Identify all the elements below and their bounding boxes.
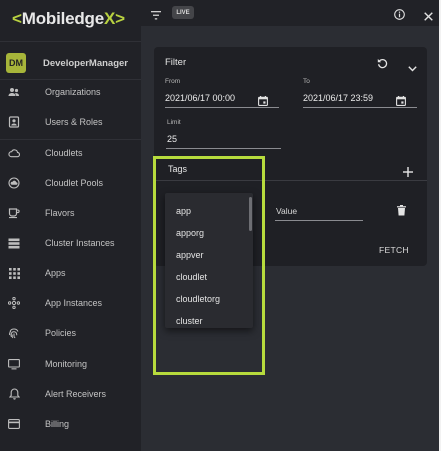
sidebar-item-label: App Instances (45, 298, 103, 308)
sidebar-item-organizations[interactable]: Organizations (0, 80, 141, 104)
sidebar-item-flavors[interactable]: Flavors (0, 201, 141, 225)
sidebar-item-alert-receivers[interactable]: Alert Receivers (0, 382, 141, 406)
sidebar-item-cluster-instances[interactable]: Cluster Instances (0, 231, 141, 255)
cloud-pool-icon (8, 177, 20, 189)
calendar-icon[interactable] (258, 93, 268, 106)
people-icon (8, 86, 20, 98)
sidebar-item-apps[interactable]: Apps (0, 261, 141, 285)
sidebar-item-label: Apps (45, 268, 66, 278)
to-field-underline (303, 107, 417, 108)
profile-row[interactable]: DM DeveloperManager (6, 53, 141, 73)
chevron-down-icon[interactable] (408, 59, 417, 72)
cup-icon (8, 207, 20, 219)
from-date-field[interactable]: 2021/06/17 00:00 (165, 93, 235, 103)
top-bar: LIVE (141, 0, 441, 26)
sidebar: <MobiledgeX> DM DeveloperManager Organiz… (0, 0, 141, 451)
sidebar-item-cloudlet-pools[interactable]: Cloudlet Pools (0, 171, 141, 195)
limit-label: Limit (167, 119, 181, 126)
cloud-icon (8, 147, 20, 159)
sidebar-item-cloudlets[interactable]: Cloudlets (0, 141, 141, 165)
monitor-icon (8, 358, 20, 370)
sidebar-item-label: Billing (45, 419, 70, 429)
value-field-underline (275, 220, 363, 221)
sidebar-item-label: Users & Roles (45, 117, 103, 127)
sidebar-item-users-roles[interactable]: Users & Roles (0, 110, 141, 134)
profile-name: DeveloperManager (43, 57, 129, 69)
sidebar-item-label: Organizations (45, 87, 101, 97)
sidebar-item-label: Policies (45, 328, 77, 338)
card-icon (8, 418, 20, 430)
limit-field[interactable]: 25 (167, 134, 177, 144)
filter-menu-icon[interactable] (151, 7, 161, 20)
logo-text: Mobiledge (21, 9, 104, 28)
to-label: To (303, 78, 310, 85)
bell-icon (8, 388, 20, 400)
sidebar-divider (0, 139, 141, 140)
logo-bracket-left: < (12, 9, 22, 28)
user-badge-icon (8, 116, 20, 128)
filter-title: Filter (165, 57, 187, 68)
sidebar-item-label: Monitoring (45, 359, 88, 369)
fetch-button[interactable]: FETCH (379, 245, 409, 255)
delete-tag-icon[interactable] (397, 203, 406, 216)
sidebar-item-label: Flavors (45, 208, 75, 218)
info-icon[interactable] (394, 7, 405, 20)
sidebar-item-monitoring[interactable]: Monitoring (0, 352, 141, 376)
avatar: DM (6, 53, 26, 73)
reset-icon[interactable] (377, 56, 388, 69)
to-date-field[interactable]: 2021/06/17 23:59 (303, 93, 373, 103)
hub-icon (8, 297, 20, 309)
sidebar-item-label: Cluster Instances (45, 238, 115, 248)
highlight-box (153, 156, 265, 375)
sidebar-item-app-instances[interactable]: App Instances (0, 291, 141, 315)
tag-value-field[interactable]: Value (276, 206, 297, 216)
close-icon[interactable] (424, 8, 433, 21)
from-label: From (165, 78, 181, 85)
calendar-icon[interactable] (396, 93, 406, 106)
storage-icon (8, 237, 20, 249)
sidebar-item-label: Alert Receivers (45, 389, 107, 399)
fingerprint-icon (8, 327, 20, 339)
from-field-underline (165, 107, 279, 108)
sidebar-divider (0, 41, 141, 42)
sidebar-item-policies[interactable]: Policies (0, 321, 141, 345)
sidebar-item-label: Cloudlet Pools (45, 178, 104, 188)
sidebar-item-label: Cloudlets (45, 148, 83, 158)
live-badge: LIVE (172, 6, 194, 19)
apps-grid-icon (8, 267, 20, 279)
add-tag-icon[interactable] (403, 164, 413, 177)
limit-field-underline (166, 148, 281, 149)
app-logo[interactable]: <MobiledgeX> (12, 9, 125, 31)
logo-bracket-right: X> (104, 9, 125, 28)
sidebar-item-billing[interactable]: Billing (0, 412, 141, 436)
